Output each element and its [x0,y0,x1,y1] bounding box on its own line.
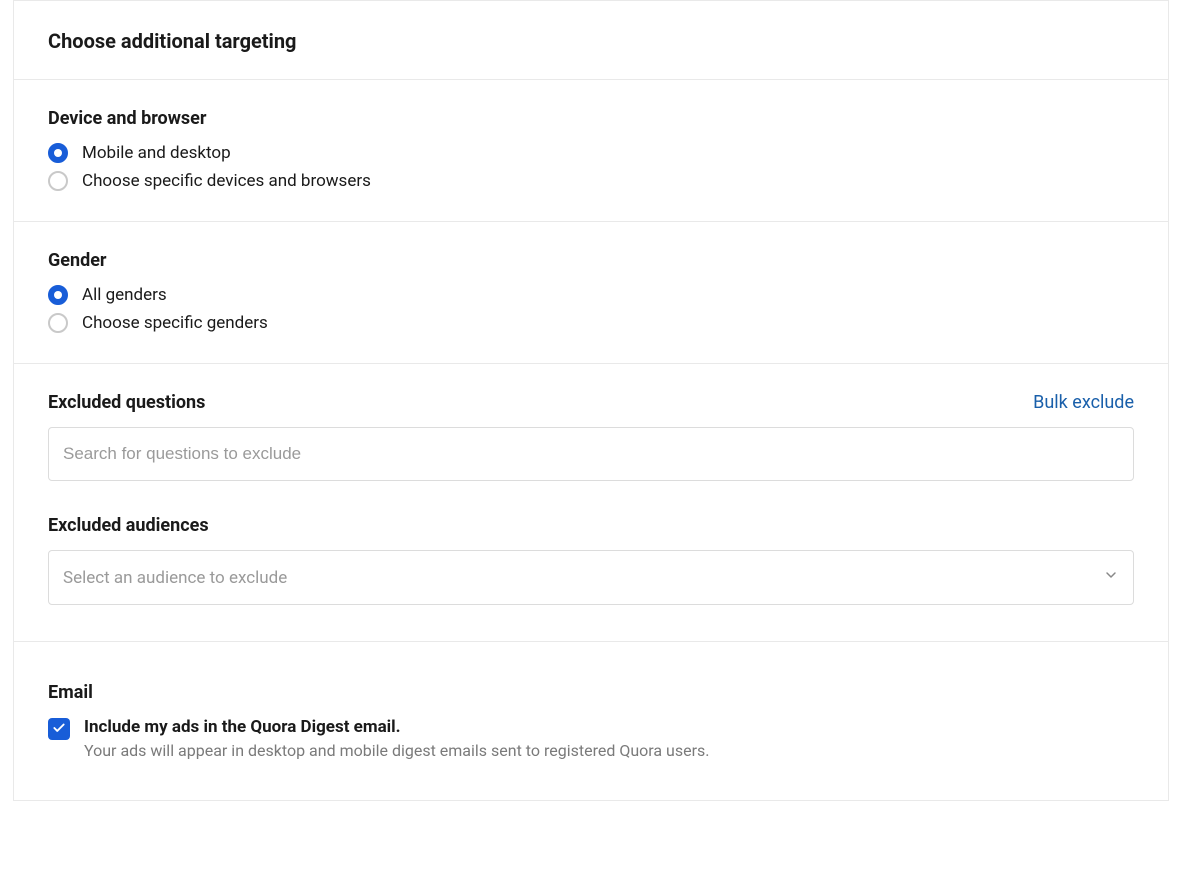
select-placeholder: Select an audience to exclude [63,568,287,588]
device-heading: Device and browser [48,108,1134,129]
chevron-down-icon [1103,567,1119,588]
radio-label: Choose specific genders [82,313,268,333]
radio-label: Choose specific devices and browsers [82,171,371,191]
excluded-questions-heading: Excluded questions [48,392,205,413]
radio-icon [48,313,68,333]
card-header: Choose additional targeting [14,1,1168,80]
excluded-audiences-heading: Excluded audiences [48,515,1134,536]
radio-device-all[interactable]: Mobile and desktop [48,143,1134,163]
radio-device-specific[interactable]: Choose specific devices and browsers [48,171,1134,191]
email-digest-checkbox[interactable] [48,718,70,740]
radio-label: Mobile and desktop [82,143,231,163]
section-device-browser: Device and browser Mobile and desktop Ch… [14,80,1168,222]
radio-icon [48,171,68,191]
excluded-questions-search-input[interactable] [48,427,1134,481]
targeting-card: Choose additional targeting Device and b… [13,0,1169,801]
radio-gender-all[interactable]: All genders [48,285,1134,305]
gender-heading: Gender [48,250,1134,271]
section-exclusions: Excluded questions Bulk exclude Excluded… [14,364,1168,642]
email-digest-text: Include my ads in the Quora Digest email… [84,717,710,760]
email-heading: Email [48,682,1134,703]
excluded-audiences-select[interactable]: Select an audience to exclude [48,550,1134,605]
email-digest-description: Your ads will appear in desktop and mobi… [84,741,710,760]
section-gender: Gender All genders Choose specific gende… [14,222,1168,364]
radio-gender-specific[interactable]: Choose specific genders [48,313,1134,333]
check-icon [52,720,66,739]
radio-icon [48,285,68,305]
email-digest-checkbox-row: Include my ads in the Quora Digest email… [48,717,1134,760]
section-email: Email Include my ads in the Quora Digest… [14,642,1168,800]
excluded-questions-header: Excluded questions Bulk exclude [48,392,1134,413]
email-digest-title: Include my ads in the Quora Digest email… [84,717,710,737]
bulk-exclude-link[interactable]: Bulk exclude [1033,392,1134,413]
radio-icon [48,143,68,163]
radio-label: All genders [82,285,167,305]
card-title: Choose additional targeting [48,29,1134,53]
